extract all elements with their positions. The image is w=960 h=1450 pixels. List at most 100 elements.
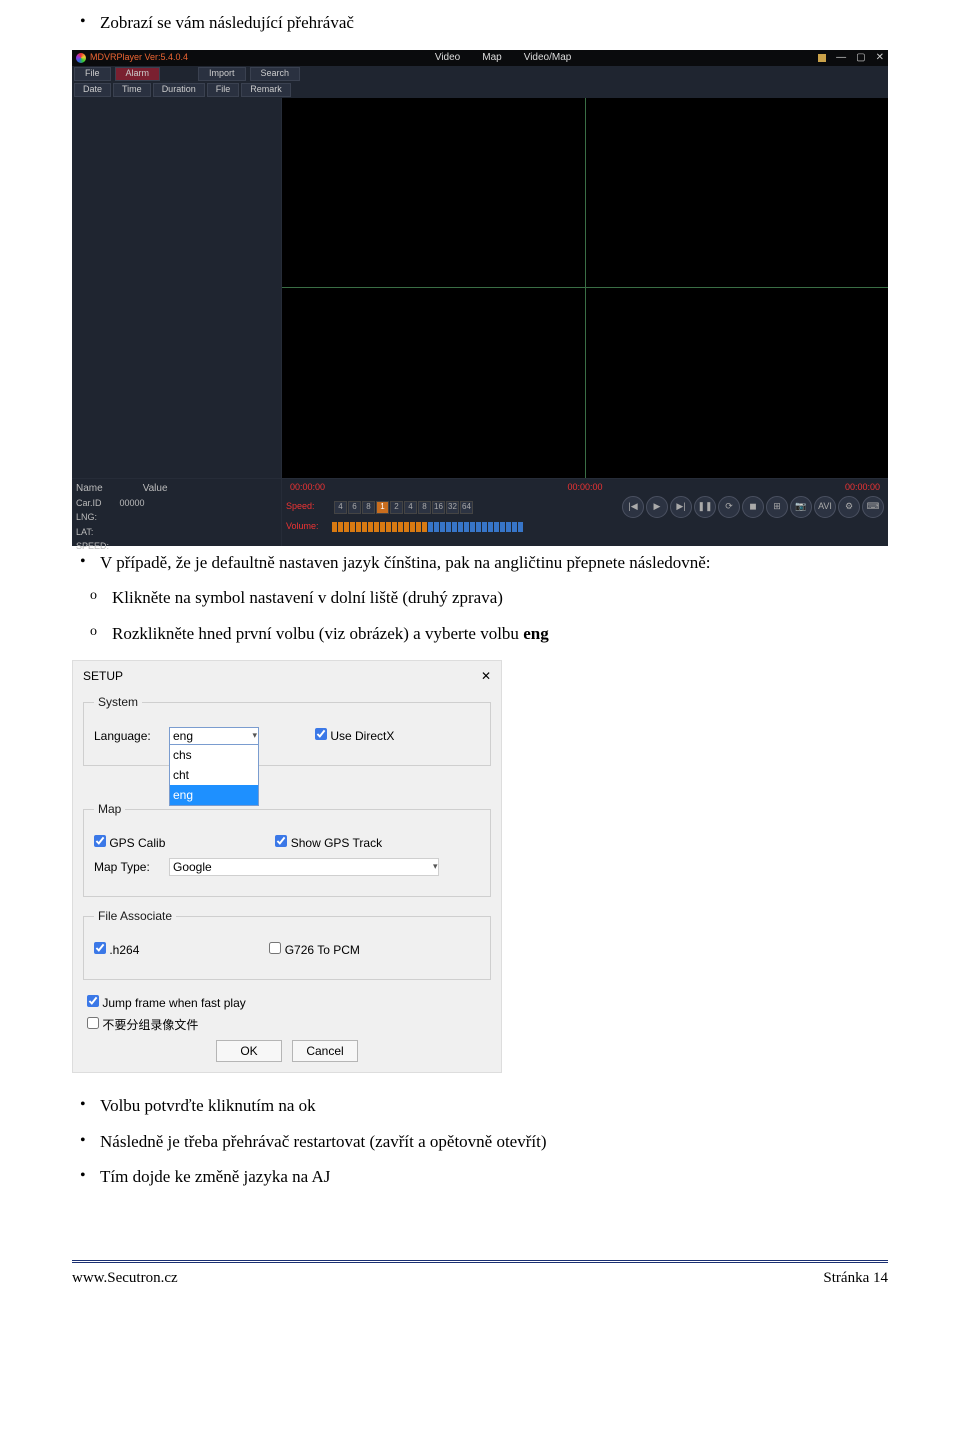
maximize-icon[interactable]: ▢ bbox=[856, 50, 865, 65]
folder-icon[interactable] bbox=[818, 54, 826, 62]
jump-frame-check[interactable]: Jump frame when fast play bbox=[87, 996, 246, 1010]
maptype-combo[interactable] bbox=[169, 858, 439, 876]
loop-button[interactable]: ⟳ bbox=[718, 496, 740, 518]
bullet-result: Tím dojde ke změně jazyka na AJ bbox=[100, 1164, 888, 1190]
volume-segment[interactable] bbox=[356, 522, 361, 532]
lang-label: Language: bbox=[94, 727, 159, 745]
volume-segment[interactable] bbox=[344, 522, 349, 532]
volume-segment[interactable] bbox=[332, 522, 337, 532]
volume-segment[interactable] bbox=[512, 522, 517, 532]
next-button[interactable]: ▶| bbox=[670, 496, 692, 518]
file-list-panel bbox=[72, 98, 282, 478]
col-remark[interactable]: Remark bbox=[241, 83, 291, 97]
time-end: 00:00:00 bbox=[845, 481, 880, 495]
volume-segment[interactable] bbox=[416, 522, 421, 532]
speed-4-button[interactable]: 4 bbox=[404, 501, 417, 514]
h264-check[interactable]: .h264 bbox=[94, 941, 139, 959]
video-cell-4[interactable] bbox=[586, 288, 889, 478]
volume-segment[interactable] bbox=[380, 522, 385, 532]
setup-close-icon[interactable]: ✕ bbox=[481, 667, 491, 685]
use-directx[interactable]: Use DirectX bbox=[315, 727, 394, 745]
minimize-icon[interactable]: — bbox=[836, 50, 846, 65]
video-cell-2[interactable] bbox=[586, 98, 889, 288]
chevron-down-icon[interactable]: ▾ bbox=[252, 729, 257, 743]
top-tab-video[interactable]: Video bbox=[435, 50, 460, 65]
col-time[interactable]: Time bbox=[113, 83, 151, 97]
volume-segment[interactable] bbox=[338, 522, 343, 532]
volume-segment[interactable] bbox=[458, 522, 463, 532]
volume-segment[interactable] bbox=[452, 522, 457, 532]
lang-opt-eng[interactable]: eng bbox=[170, 785, 258, 805]
avi-button[interactable]: AVI bbox=[814, 496, 836, 518]
speed-2-button[interactable]: 2 bbox=[390, 501, 403, 514]
volume-segment[interactable] bbox=[404, 522, 409, 532]
top-tab-map[interactable]: Map bbox=[482, 50, 501, 65]
speed-32-button[interactable]: 32 bbox=[446, 501, 459, 514]
keyboard-button[interactable]: ⌨ bbox=[862, 496, 884, 518]
volume-segment[interactable] bbox=[374, 522, 379, 532]
volume-segment[interactable] bbox=[368, 522, 373, 532]
play-button[interactable]: ▶ bbox=[646, 496, 668, 518]
gps-calib[interactable]: GPS Calib bbox=[94, 834, 165, 852]
top-tab-videomap[interactable]: Video/Map bbox=[524, 50, 572, 65]
app-title: MDVRPlayer Ver:5.4.0.4 bbox=[90, 51, 188, 65]
volume-segment[interactable] bbox=[434, 522, 439, 532]
maptype-label: Map Type: bbox=[94, 858, 159, 876]
volume-segment[interactable] bbox=[386, 522, 391, 532]
volume-segment[interactable] bbox=[422, 522, 427, 532]
tab-file[interactable]: File bbox=[74, 67, 111, 81]
lang-opt-chs[interactable]: chs bbox=[170, 745, 258, 765]
speed-8-button[interactable]: 8 bbox=[362, 501, 375, 514]
speed-4-button[interactable]: 4 bbox=[334, 501, 347, 514]
grid-button[interactable]: ⊞ bbox=[766, 496, 788, 518]
col-duration[interactable]: Duration bbox=[153, 83, 205, 97]
video-cell-3[interactable] bbox=[282, 288, 585, 478]
volume-segment[interactable] bbox=[446, 522, 451, 532]
lang-combo[interactable]: ▾ chs cht eng bbox=[169, 727, 259, 745]
volume-segment[interactable] bbox=[500, 522, 505, 532]
volume-segment[interactable] bbox=[494, 522, 499, 532]
volume-segment[interactable] bbox=[518, 522, 523, 532]
volume-segment[interactable] bbox=[428, 522, 433, 532]
settings-button[interactable]: ⚙ bbox=[838, 496, 860, 518]
volume-segment[interactable] bbox=[350, 522, 355, 532]
legend-map: Map bbox=[94, 800, 125, 818]
chevron-down-icon[interactable]: ▾ bbox=[433, 860, 438, 874]
ok-button[interactable]: OK bbox=[216, 1040, 282, 1062]
volume-segment[interactable] bbox=[410, 522, 415, 532]
import-button[interactable]: Import bbox=[198, 67, 246, 81]
g726-check[interactable]: G726 To PCM bbox=[269, 941, 360, 959]
speed-8-button[interactable]: 8 bbox=[418, 501, 431, 514]
tab-alarm[interactable]: Alarm bbox=[115, 67, 161, 81]
speed-1-button[interactable]: 1 bbox=[376, 501, 389, 514]
speed-16-button[interactable]: 16 bbox=[432, 501, 445, 514]
video-cell-1[interactable] bbox=[282, 98, 585, 288]
speed-label: Speed: bbox=[286, 500, 328, 514]
speed-6-button[interactable]: 6 bbox=[348, 501, 361, 514]
pause-button[interactable]: ❚❚ bbox=[694, 496, 716, 518]
volume-segment[interactable] bbox=[440, 522, 445, 532]
lang-opt-cht[interactable]: cht bbox=[170, 765, 258, 785]
cancel-button[interactable]: Cancel bbox=[292, 1040, 358, 1062]
volume-segment[interactable] bbox=[482, 522, 487, 532]
col-file[interactable]: File bbox=[207, 83, 240, 97]
volume-segment[interactable] bbox=[470, 522, 475, 532]
show-gps-track[interactable]: Show GPS Track bbox=[275, 834, 382, 852]
info-lat-label: LAT: bbox=[76, 526, 93, 540]
volume-segment[interactable] bbox=[398, 522, 403, 532]
lang-input[interactable] bbox=[169, 727, 259, 745]
close-icon[interactable]: ✕ bbox=[876, 50, 884, 65]
volume-segment[interactable] bbox=[362, 522, 367, 532]
prev-button[interactable]: |◀ bbox=[622, 496, 644, 518]
volume-segment[interactable] bbox=[488, 522, 493, 532]
col-date[interactable]: Date bbox=[74, 83, 111, 97]
volume-segment[interactable] bbox=[476, 522, 481, 532]
cn-option-check[interactable]: 不要分组录像文件 bbox=[87, 1018, 198, 1032]
volume-segment[interactable] bbox=[392, 522, 397, 532]
speed-64-button[interactable]: 64 bbox=[460, 501, 473, 514]
search-button[interactable]: Search bbox=[250, 67, 301, 81]
volume-segment[interactable] bbox=[506, 522, 511, 532]
snapshot-button[interactable]: 📷 bbox=[790, 496, 812, 518]
volume-segment[interactable] bbox=[464, 522, 469, 532]
stop-button[interactable]: ◼ bbox=[742, 496, 764, 518]
